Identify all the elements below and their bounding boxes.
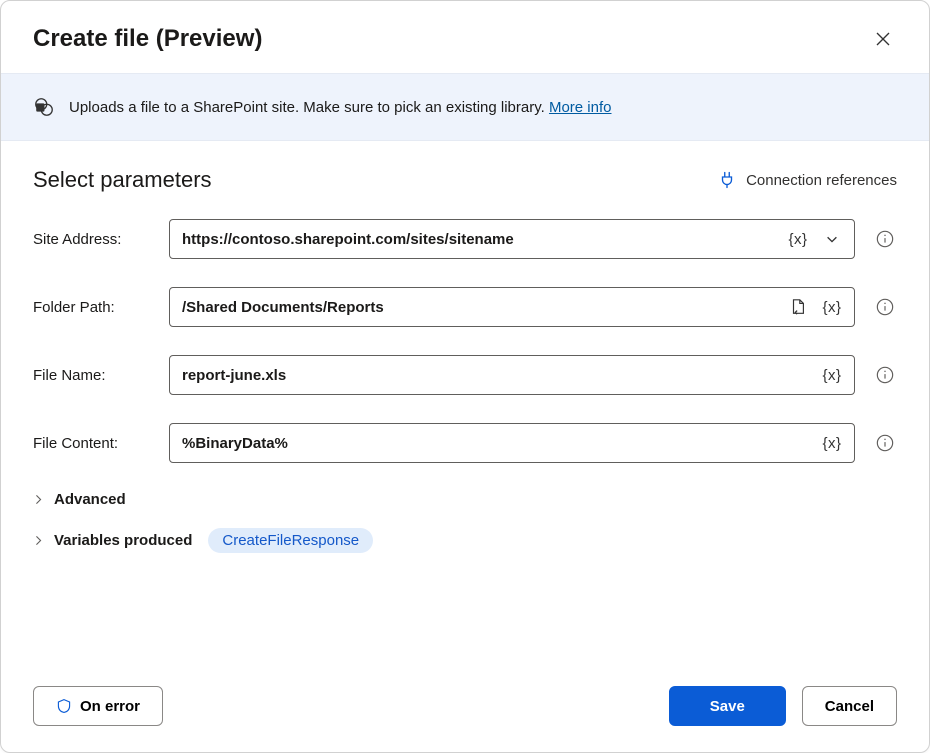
param-row-site-address: Site Address: https://contoso.sharepoint…	[33, 219, 897, 259]
param-row-file-name: File Name: report-june.xls {x}	[33, 355, 897, 395]
insert-variable-button[interactable]: {x}	[818, 293, 846, 321]
chevron-down-icon	[825, 232, 839, 246]
param-row-folder-path: Folder Path: /Shared Documents/Reports {…	[33, 287, 897, 327]
advanced-label: Advanced	[54, 491, 126, 508]
file-picker-icon	[789, 298, 807, 316]
info-icon	[876, 298, 894, 316]
insert-variable-button[interactable]: {x}	[818, 429, 846, 457]
create-file-dialog: Create file (Preview) S Uploads a file t…	[0, 0, 930, 753]
sharepoint-icon: S	[33, 96, 55, 118]
info-banner: S Uploads a file to a SharePoint site. M…	[1, 73, 929, 141]
info-banner-message: Uploads a file to a SharePoint site. Mak…	[69, 99, 545, 116]
folder-path-field[interactable]: /Shared Documents/Reports {x}	[169, 287, 855, 327]
param-row-file-content: File Content: %BinaryData% {x}	[33, 423, 897, 463]
site-address-value: https://contoso.sharepoint.com/sites/sit…	[182, 231, 778, 248]
connection-references-link[interactable]: Connection references	[718, 171, 897, 189]
dialog-title: Create file (Preview)	[33, 25, 869, 53]
section-title: Select parameters	[33, 167, 718, 193]
dialog-body: Select parameters Connection references …	[1, 141, 929, 663]
close-button[interactable]	[869, 25, 897, 53]
info-icon	[876, 230, 894, 248]
file-content-field[interactable]: %BinaryData% {x}	[169, 423, 855, 463]
info-icon	[876, 366, 894, 384]
connection-references-label: Connection references	[746, 172, 897, 189]
site-address-field[interactable]: https://contoso.sharepoint.com/sites/sit…	[169, 219, 855, 259]
folder-path-label: Folder Path:	[33, 299, 151, 316]
file-content-value: %BinaryData%	[182, 435, 812, 452]
variables-produced-label: Variables produced	[54, 532, 192, 549]
file-name-field[interactable]: report-june.xls {x}	[169, 355, 855, 395]
shield-icon	[56, 698, 72, 714]
close-icon	[875, 31, 891, 47]
insert-variable-button[interactable]: {x}	[818, 361, 846, 389]
variables-produced-expander[interactable]: Variables produced CreateFileResponse	[33, 528, 897, 553]
variable-pill[interactable]: CreateFileResponse	[208, 528, 373, 553]
on-error-label: On error	[80, 698, 140, 715]
folder-path-info[interactable]	[873, 295, 897, 319]
svg-text:S: S	[39, 105, 43, 112]
folder-path-value: /Shared Documents/Reports	[182, 299, 778, 316]
file-name-info[interactable]	[873, 363, 897, 387]
file-name-value: report-june.xls	[182, 367, 812, 384]
site-address-info[interactable]	[873, 227, 897, 251]
file-content-info[interactable]	[873, 431, 897, 455]
plug-icon	[718, 171, 736, 189]
info-banner-text: Uploads a file to a SharePoint site. Mak…	[69, 99, 612, 116]
file-content-label: File Content:	[33, 435, 151, 452]
chevron-right-icon	[33, 494, 44, 505]
on-error-button[interactable]: On error	[33, 686, 163, 726]
chevron-right-icon	[33, 535, 44, 546]
more-info-link[interactable]: More info	[549, 99, 612, 116]
dialog-header: Create file (Preview)	[1, 1, 929, 73]
file-name-label: File Name:	[33, 367, 151, 384]
folder-picker-button[interactable]	[784, 293, 812, 321]
advanced-expander[interactable]: Advanced	[33, 491, 897, 508]
info-icon	[876, 434, 894, 452]
insert-variable-button[interactable]: {x}	[784, 225, 812, 253]
cancel-button[interactable]: Cancel	[802, 686, 897, 726]
site-address-dropdown[interactable]	[818, 225, 846, 253]
dialog-footer: On error Save Cancel	[1, 663, 929, 752]
site-address-label: Site Address:	[33, 231, 151, 248]
section-header-row: Select parameters Connection references	[33, 167, 897, 193]
save-button[interactable]: Save	[669, 686, 786, 726]
